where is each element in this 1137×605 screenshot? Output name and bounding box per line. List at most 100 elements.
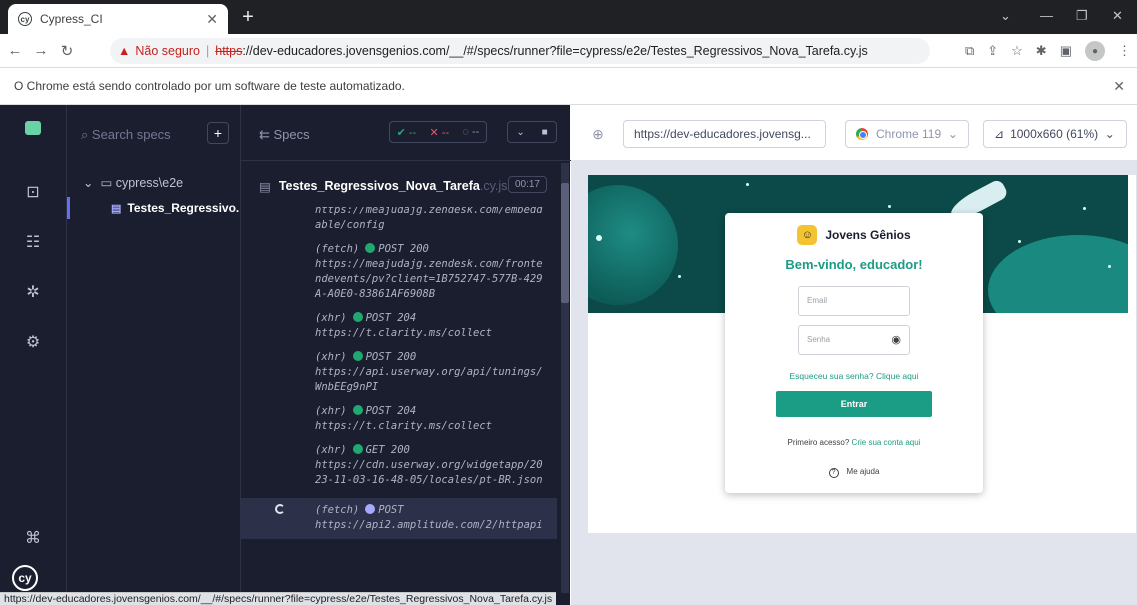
running-spec-ext: .cy.js	[479, 179, 508, 193]
toolbar-icons: ⧉ ⇪ ☆ ✱ ▣ ● ⋮	[965, 34, 1131, 68]
request-url: https://cdn.userway.org/widgetapp/2023-1…	[315, 459, 543, 486]
command-log-entry[interactable]: (fetch) POST https://api2.amplitude.com/2/…	[241, 498, 557, 539]
viewport-icon: ⊿	[994, 127, 1005, 141]
cypress-logo-icon: cy	[12, 565, 38, 591]
command-type: (xhr)	[315, 351, 347, 363]
star	[888, 205, 891, 208]
link-status-bubble: https://dev-educadores.jovensgenios.com/…	[0, 592, 557, 605]
create-account-link[interactable]: Crie sua conta aqui	[852, 438, 921, 447]
share-icon[interactable]: ⇪	[987, 43, 998, 59]
extensions-icon[interactable]: ✱	[1036, 43, 1047, 59]
scrollbar-thumb[interactable]	[561, 183, 569, 303]
command-log-entry[interactable]: (xhr) GET 200 https://cdn.userway.org/widg…	[241, 444, 557, 488]
new-tab-button[interactable]: +	[238, 7, 258, 28]
show-password-eye-icon[interactable]: ◉	[891, 326, 901, 354]
specs-list-icon[interactable]: ☷	[23, 233, 43, 253]
status-dot-icon	[365, 243, 376, 253]
preview-toolbar: ⊕ https://dev-educadores.jovensg... Chro…	[571, 105, 1137, 161]
reporter-header: ⇇ Specs ✔ -- ✕ -- ◌ -- ⌄ ■	[241, 105, 571, 161]
chevron-down-icon: ⌄	[1104, 127, 1115, 141]
request-method-status: POST 200	[365, 351, 417, 363]
passed-count: ✔ --	[396, 126, 417, 139]
forgot-password-link[interactable]: Esqueceu sua senha? Clique aqui	[725, 371, 983, 381]
translate-icon[interactable]: ⧉	[965, 43, 974, 59]
request-method-status: POST	[378, 504, 404, 516]
brand: ☺ Jovens Gênios	[725, 225, 983, 245]
warning-icon: ▲	[118, 44, 131, 58]
forward-icon[interactable]: →	[30, 42, 52, 59]
close-window-icon[interactable]: ✕	[1112, 8, 1123, 24]
selector-playground-icon[interactable]: ⊕	[587, 123, 609, 145]
automation-infobar: O Chrome está sendo controlado por um so…	[0, 68, 1137, 105]
address-bar[interactable]: ▲ Não seguro | https://dev-educadores.jo…	[110, 38, 930, 64]
request-url: https://meajudajg.zendesk.com/frontendev…	[315, 258, 543, 300]
spec-file-item[interactable]: ▤ Testes_Regressivo...	[67, 197, 241, 219]
help-question-icon: ?	[828, 468, 839, 478]
keyboard-shortcuts-icon[interactable]: ⌘	[23, 529, 43, 549]
request-method-status: POST 200	[378, 243, 429, 255]
specs-toggle[interactable]: ⇇ Specs	[259, 127, 310, 143]
minimize-icon[interactable]: —	[1040, 8, 1053, 23]
side-panel-icon[interactable]: ▣	[1060, 43, 1072, 59]
command-log-scrollbar[interactable]	[561, 163, 569, 593]
brand-name: Jovens Gênios	[825, 228, 911, 242]
close-tab-icon[interactable]: ✕	[206, 11, 218, 28]
login-card: ☺ Jovens Gênios Bem-vindo, educador! Ema…	[725, 213, 983, 493]
browser-tab[interactable]: cy Cypress_CI ✕	[8, 4, 228, 34]
aut-scrollbar[interactable]	[1128, 175, 1136, 533]
chevron-down-icon: ⌄	[83, 176, 94, 190]
project-icon[interactable]	[25, 121, 41, 135]
help-link[interactable]: ? Me ajuda	[725, 467, 983, 478]
submit-button[interactable]: Entrar	[776, 391, 932, 417]
url-scheme: https	[215, 44, 243, 58]
search-specs-input[interactable]: ⌕ Search specs	[81, 127, 171, 143]
request-url: https://api2.amplitude.com/2/httpapi	[315, 519, 543, 531]
infobar-close-icon[interactable]: ✕	[1113, 68, 1125, 105]
reporter-controls: ⌄ ■	[507, 121, 557, 143]
restore-icon[interactable]: ❐	[1076, 8, 1088, 24]
runs-icon[interactable]: ⊡	[23, 183, 43, 203]
star	[678, 275, 681, 278]
command-log-entry[interactable]: (xhr) POST 204 https://t.clarity.ms/collec…	[241, 405, 557, 434]
request-method-status: GET 200	[365, 444, 410, 456]
reporter-panel: ⇇ Specs ✔ -- ✕ -- ◌ -- ⌄ ■ ▤ Testes_Regr…	[240, 105, 571, 605]
tab-search-icon[interactable]: ⌄	[1000, 8, 1011, 24]
cypress-sidebar: ⊡ ☷ ✲ ⚙ ⌘ cy	[0, 105, 66, 605]
browser-selector[interactable]: Chrome 119 ⌄	[845, 120, 969, 148]
command-log-entry[interactable]: (xhr) POST 204 https://t.clarity.ms/collec…	[241, 312, 557, 341]
password-field[interactable]: Senha ◉	[798, 325, 910, 355]
planet-illustration	[588, 185, 678, 305]
folder-label: cypress\e2e	[115, 176, 184, 190]
command-type: (xhr)	[315, 312, 347, 324]
spec-folder[interactable]: ⌄ ▭ cypress\e2e	[83, 175, 183, 190]
star	[1108, 265, 1111, 268]
folder-icon: ▭	[100, 176, 113, 190]
email-field[interactable]: Email	[798, 286, 910, 316]
chevron-down-icon[interactable]: ⌄	[516, 127, 524, 138]
viewport-info[interactable]: ⊿ 1000x660 (61%) ⌄	[983, 120, 1127, 148]
browser-tab-strip: cy Cypress_CI ✕ + ⌄ — ❐ ✕	[0, 0, 1137, 34]
stop-icon[interactable]: ■	[542, 127, 548, 138]
profile-avatar-icon[interactable]: ●	[1085, 41, 1105, 61]
preview-area: ⊕ https://dev-educadores.jovensg... Chro…	[571, 105, 1137, 605]
cypress-favicon-icon: cy	[18, 12, 32, 26]
more-menu-icon[interactable]: ⋮	[1118, 43, 1131, 59]
command-log-entry[interactable]: (xhr) POST 200 https://api.userway.org/api…	[241, 351, 557, 395]
viewport-label: 1000x660 (61%)	[1010, 127, 1099, 141]
running-spec-header: ▤ Testes_Regressivos_Nova_Tarefa .cy.js 0…	[241, 169, 557, 203]
browser-toolbar: ← → ↻ ▲ Não seguro | https://dev-educado…	[0, 34, 1137, 68]
bookmark-star-icon[interactable]: ☆	[1011, 43, 1023, 59]
command-type: (fetch)	[315, 243, 360, 255]
command-log-entry[interactable]: (fetch) POST 200 https://meajudajg.zendesk…	[241, 243, 557, 302]
command-log-entry[interactable]: https://meajudajg.zendesk.com/embeddable…	[241, 207, 557, 233]
debug-bug-icon[interactable]: ✲	[23, 283, 43, 303]
chrome-icon	[856, 128, 868, 140]
settings-gear-icon[interactable]: ⚙	[23, 333, 43, 353]
command-type: (xhr)	[315, 444, 347, 456]
request-method-status: POST 204	[365, 312, 417, 324]
add-spec-button[interactable]: +	[207, 122, 229, 144]
back-icon[interactable]: ←	[4, 42, 26, 59]
address-separator: |	[206, 44, 210, 58]
aut-url[interactable]: https://dev-educadores.jovensg...	[623, 120, 826, 148]
reload-icon[interactable]: ↻	[56, 42, 78, 60]
